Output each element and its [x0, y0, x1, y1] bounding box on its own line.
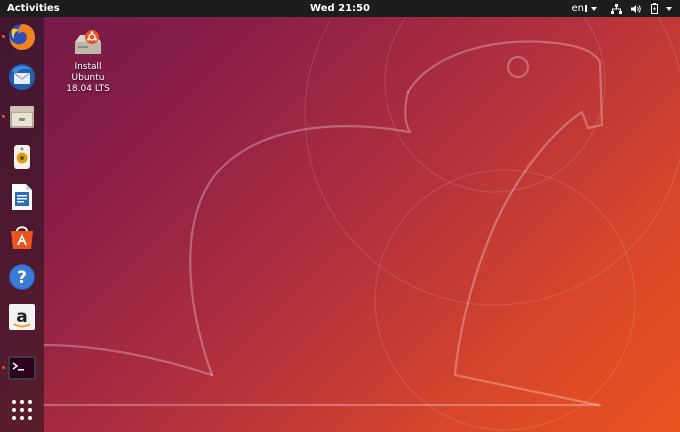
clock-button[interactable]: Wed 21:50 — [310, 3, 370, 14]
language-indicator[interactable]: en — [571, 0, 597, 17]
files-icon — [10, 106, 34, 128]
wallpaper-beaver-tail — [42, 343, 214, 377]
dock-item-firefox[interactable] — [0, 17, 44, 57]
amazon-icon: a — [9, 304, 35, 330]
wallpaper-circle-small — [384, 0, 606, 193]
language-label: en — [571, 3, 585, 14]
battery-icon — [651, 3, 658, 14]
svg-text:?: ? — [17, 268, 27, 288]
dock-item-show-applications[interactable] — [0, 390, 44, 430]
dock-item-amazon[interactable]: a — [0, 297, 44, 337]
keyboard-layout-icon — [585, 5, 587, 12]
dock-item-terminal[interactable] — [0, 348, 44, 388]
wallpaper-beaver-body — [189, 90, 412, 377]
running-indicator — [2, 115, 5, 118]
desktop-icon-label-line1: Install — [74, 62, 102, 72]
thunderbird-icon — [9, 64, 35, 90]
desktop-icon-label-line3: 18.04 LTS — [66, 84, 110, 94]
software-icon — [11, 226, 33, 249]
dock-item-writer[interactable] — [0, 177, 44, 217]
activities-button[interactable]: Activities — [7, 0, 60, 17]
running-indicator — [2, 366, 5, 369]
help-icon: ? — [9, 264, 35, 290]
dock-item-help[interactable]: ? — [0, 257, 44, 297]
dock: ? a — [0, 17, 44, 432]
top-bar: Activities Wed 21:50 en — [0, 0, 680, 17]
app-grid-icon — [12, 400, 32, 420]
system-tray: en — [561, 0, 672, 17]
writer-icon — [12, 184, 32, 210]
installer-icon — [75, 30, 101, 54]
dock-item-rhythmbox[interactable] — [0, 137, 44, 177]
dock-item-files[interactable] — [0, 97, 44, 137]
system-menu[interactable] — [611, 3, 672, 14]
terminal-icon — [8, 356, 36, 380]
wallpaper-circle-lower — [374, 169, 636, 431]
chevron-down-icon — [666, 6, 672, 11]
desktop-icon-label-line2: Ubuntu — [71, 73, 105, 83]
network-wired-icon — [611, 3, 622, 14]
dock-item-ubuntu-software[interactable] — [0, 217, 44, 257]
rhythmbox-icon — [14, 145, 30, 169]
chevron-down-icon — [591, 6, 597, 11]
dock-item-thunderbird[interactable] — [0, 57, 44, 97]
desktop-screen: Activities Wed 21:50 en ? a Install Ubun… — [0, 0, 680, 432]
firefox-icon — [9, 24, 35, 50]
running-indicator — [2, 35, 5, 38]
svg-text:a: a — [16, 307, 27, 327]
wallpaper-beaver-eye — [506, 55, 530, 79]
wallpaper-circle-large — [304, 0, 680, 306]
volume-icon — [631, 4, 641, 13]
desktop-icon-install-ubuntu[interactable]: Install Ubuntu 18.04 LTS — [60, 28, 116, 95]
wallpaper-beaver-head — [406, 40, 604, 407]
